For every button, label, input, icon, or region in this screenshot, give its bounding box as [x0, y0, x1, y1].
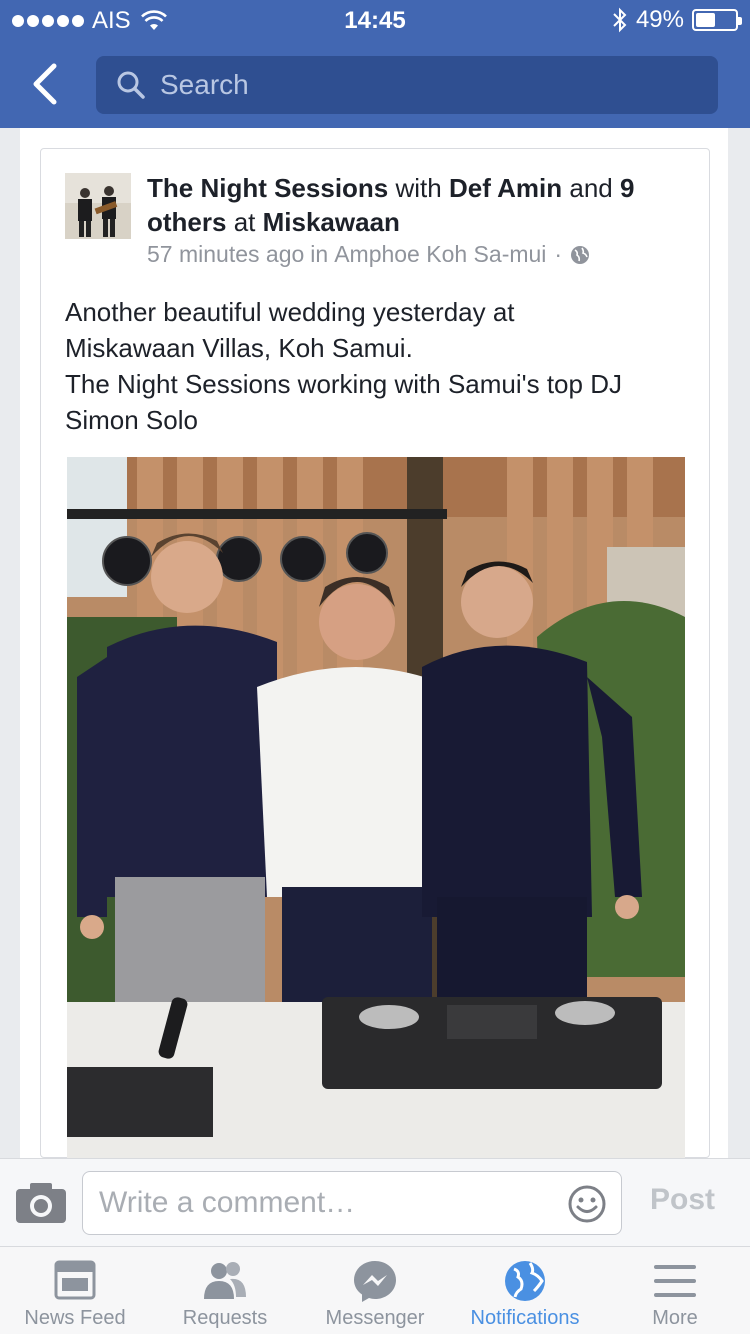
tab-label: Notifications	[470, 1307, 580, 1329]
tab-bar: News Feed Requests Messenger Notificatio…	[0, 1246, 750, 1334]
timestamp[interactable]: 57 minutes ago	[147, 241, 304, 268]
requests-icon	[204, 1262, 246, 1299]
search-input[interactable]	[160, 69, 680, 101]
tab-notifications[interactable]: Notifications	[450, 1247, 600, 1334]
post-text-line: Another beautiful wedding yesterday at	[65, 297, 515, 327]
tagged-friend-link[interactable]: Def Amin	[449, 173, 562, 203]
post-text-line: Miskawaan Villas, Koh Samui.	[65, 333, 413, 363]
battery-level	[696, 13, 715, 27]
globe-icon	[505, 1261, 545, 1301]
tab-requests[interactable]: Requests	[150, 1247, 300, 1334]
tab-label: News Feed	[24, 1307, 126, 1329]
search-icon	[117, 71, 145, 99]
back-chevron-icon[interactable]	[28, 62, 62, 106]
news-feed-icon	[54, 1260, 96, 1300]
location-link[interactable]: Amphoe Koh Sa-mui	[334, 241, 546, 268]
at-text: at	[233, 207, 256, 237]
place-link[interactable]: Miskawaan	[263, 207, 400, 237]
author-link[interactable]: The Night Sessions	[147, 173, 388, 203]
tab-label: More	[652, 1307, 698, 1329]
with-text: with	[395, 173, 442, 203]
post-photo[interactable]	[67, 457, 685, 1159]
top-header: AIS 14:45 49%	[0, 0, 750, 128]
camera-icon[interactable]	[16, 1183, 66, 1223]
post-meta: 57 minutes ago in Amphoe Koh Sa-mui ·	[147, 241, 590, 268]
post-header: The Night Sessions with Def Amin and 9 o…	[147, 171, 692, 239]
post-text-line: Simon Solo	[65, 405, 198, 435]
public-globe-icon	[571, 245, 590, 264]
tab-more[interactable]: More	[600, 1247, 750, 1334]
in-text: in	[310, 241, 329, 267]
comment-input[interactable]	[99, 1186, 549, 1220]
and-text: and	[569, 173, 613, 203]
battery-icon	[692, 9, 742, 31]
status-bar: AIS 14:45 49%	[0, 0, 750, 40]
bluetooth-icon	[613, 7, 627, 33]
post-photo-image	[67, 457, 685, 1159]
battery-percent: 49%	[635, 6, 684, 33]
status-right: 49%	[612, 6, 742, 34]
post-text: Another beautiful wedding yesterday at M…	[65, 294, 695, 438]
tab-label: Messenger	[325, 1307, 425, 1329]
menu-icon	[654, 1265, 696, 1297]
avatar[interactable]	[65, 173, 131, 239]
comment-field[interactable]	[82, 1171, 622, 1235]
tab-news-feed[interactable]: News Feed	[0, 1247, 150, 1334]
smiley-icon[interactable]	[567, 1184, 607, 1224]
meta-separator: ·	[554, 241, 563, 267]
post-card: The Night Sessions with Def Amin and 9 o…	[40, 148, 710, 1159]
comment-bar: Post	[0, 1158, 750, 1246]
avatar-image	[65, 173, 131, 239]
tab-label: Requests	[182, 1307, 268, 1329]
tab-messenger[interactable]: Messenger	[300, 1247, 450, 1334]
post-button[interactable]: Post	[650, 1183, 715, 1217]
search-bar[interactable]	[96, 56, 718, 114]
messenger-icon	[354, 1261, 396, 1302]
post-text-line: The Night Sessions working with Samui's …	[65, 369, 622, 399]
